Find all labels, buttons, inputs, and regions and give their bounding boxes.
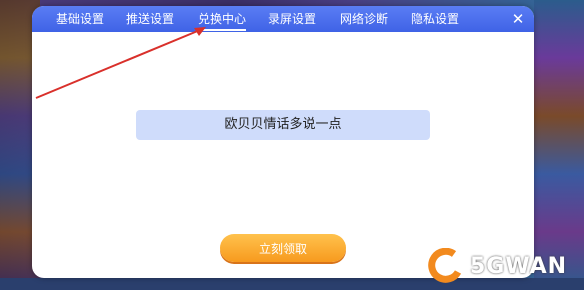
annotation-arrow-icon — [35, 27, 206, 99]
watermark-text: 5GWAN — [470, 254, 568, 279]
watermark-logo-icon — [428, 248, 462, 283]
watermark: 5GWAN — [424, 248, 574, 284]
